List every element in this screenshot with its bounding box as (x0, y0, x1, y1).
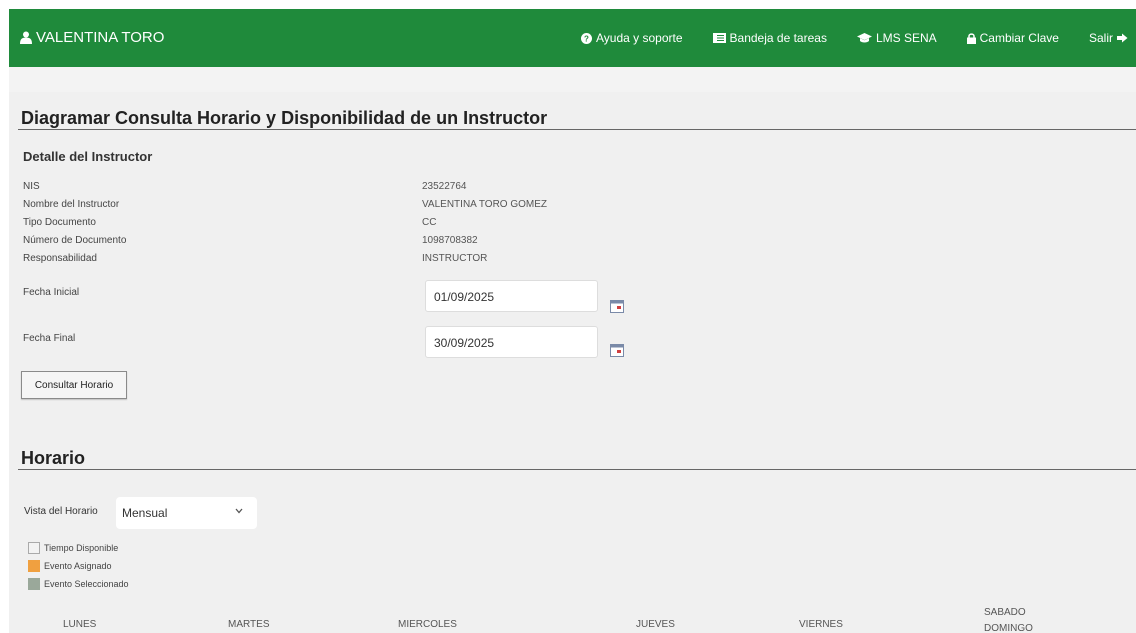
legend-evento-asignado: Evento Asignado (28, 560, 112, 572)
lock-icon (966, 32, 976, 44)
instructor-detail-title: Detalle del Instructor (23, 149, 153, 164)
legend-evento-seleccionado: Evento Seleccionado (28, 578, 129, 590)
graduation-cap-icon (856, 33, 872, 43)
user-icon (20, 31, 32, 44)
chevron-down-icon (235, 508, 243, 514)
legend-label: Tiempo Disponible (44, 543, 119, 553)
legend-tiempo-disponible: Tiempo Disponible (28, 542, 118, 554)
title-divider (18, 129, 1136, 130)
svg-text:?: ? (584, 34, 589, 43)
fecha-final-input[interactable]: 30/09/2025 (425, 326, 598, 358)
consultar-horario-button[interactable]: Consultar Horario (21, 371, 127, 399)
day-header-jueves: JUEVES (636, 619, 675, 630)
fecha-inicial-input[interactable]: 01/09/2025 (425, 280, 598, 312)
nav-logout-link[interactable]: Salir (1089, 31, 1128, 45)
detail-value-nombre: VALENTINA TORO GOMEZ (422, 199, 548, 210)
fecha-inicial-label: Fecha Inicial (23, 287, 80, 298)
nav-help-link[interactable]: ? Ayuda y soporte (581, 31, 683, 45)
vista-horario-value: Mensual (122, 506, 168, 520)
list-icon (712, 33, 726, 43)
detail-label-tipo-documento: Tipo Documento (23, 217, 96, 228)
legend-label: Evento Asignado (44, 561, 112, 571)
nav-tasks-label: Bandeja de tareas (729, 31, 827, 45)
nav-lms-label: LMS SENA (875, 31, 937, 45)
calendar-icon[interactable] (610, 344, 624, 357)
detail-label-nombre: Nombre del Instructor (23, 199, 120, 210)
day-header-sabado: SABADO (984, 607, 1026, 618)
nav-lms-link[interactable]: LMS SENA (856, 31, 937, 45)
detail-value-responsabilidad: INSTRUCTOR (422, 253, 488, 264)
top-navbar: VALENTINA TORO ? Ayuda y soporte Bandeja… (9, 9, 1136, 67)
sign-out-icon (1117, 33, 1128, 43)
nav-tasks-link[interactable]: Bandeja de tareas (712, 31, 827, 45)
horario-title: Horario (21, 448, 86, 468)
legend-swatch (28, 560, 40, 572)
user-name: VALENTINA TORO (36, 29, 165, 46)
day-header-lunes: LUNES (63, 619, 97, 630)
detail-label-responsabilidad: Responsabilidad (23, 253, 97, 264)
fecha-final-label: Fecha Final (23, 333, 76, 344)
nav-links: ? Ayuda y soporte Bandeja de tareas LMS … (551, 31, 1128, 45)
nav-logout-label: Salir (1088, 31, 1113, 45)
legend-swatch (28, 578, 40, 590)
vista-horario-label: Vista del Horario (24, 506, 98, 517)
vista-horario-select[interactable]: Mensual (116, 497, 257, 529)
day-header-domingo: DOMINGO (984, 623, 1033, 633)
detail-value-numero-documento: 1098708382 (422, 235, 478, 246)
nav-change-password-label: Cambiar Clave (979, 31, 1059, 45)
sub-header-strip (9, 67, 1136, 92)
day-header-martes: MARTES (228, 619, 270, 630)
calendar-icon[interactable] (610, 300, 624, 313)
legend-label: Evento Seleccionado (44, 579, 129, 589)
nav-help-label: Ayuda y soporte (596, 31, 683, 45)
main-content: Diagramar Consulta Horario y Disponibili… (9, 92, 1136, 633)
day-header-miercoles: MIERCOLES (398, 619, 457, 630)
detail-label-numero-documento: Número de Documento (23, 235, 127, 246)
detail-value-tipo-documento: CC (422, 217, 437, 228)
horario-divider (18, 469, 1136, 470)
user-brand[interactable]: VALENTINA TORO (20, 29, 164, 46)
detail-label-nis: NIS (23, 181, 40, 192)
question-circle-icon: ? (581, 32, 593, 44)
nav-change-password-link[interactable]: Cambiar Clave (966, 31, 1059, 45)
day-header-weekend: SABADO DOMINGO (984, 605, 1033, 633)
detail-value-nis: 23522764 (422, 181, 467, 192)
page-title: Diagramar Consulta Horario y Disponibili… (21, 108, 548, 128)
legend-swatch (28, 542, 40, 554)
day-header-viernes: VIERNES (799, 619, 843, 630)
